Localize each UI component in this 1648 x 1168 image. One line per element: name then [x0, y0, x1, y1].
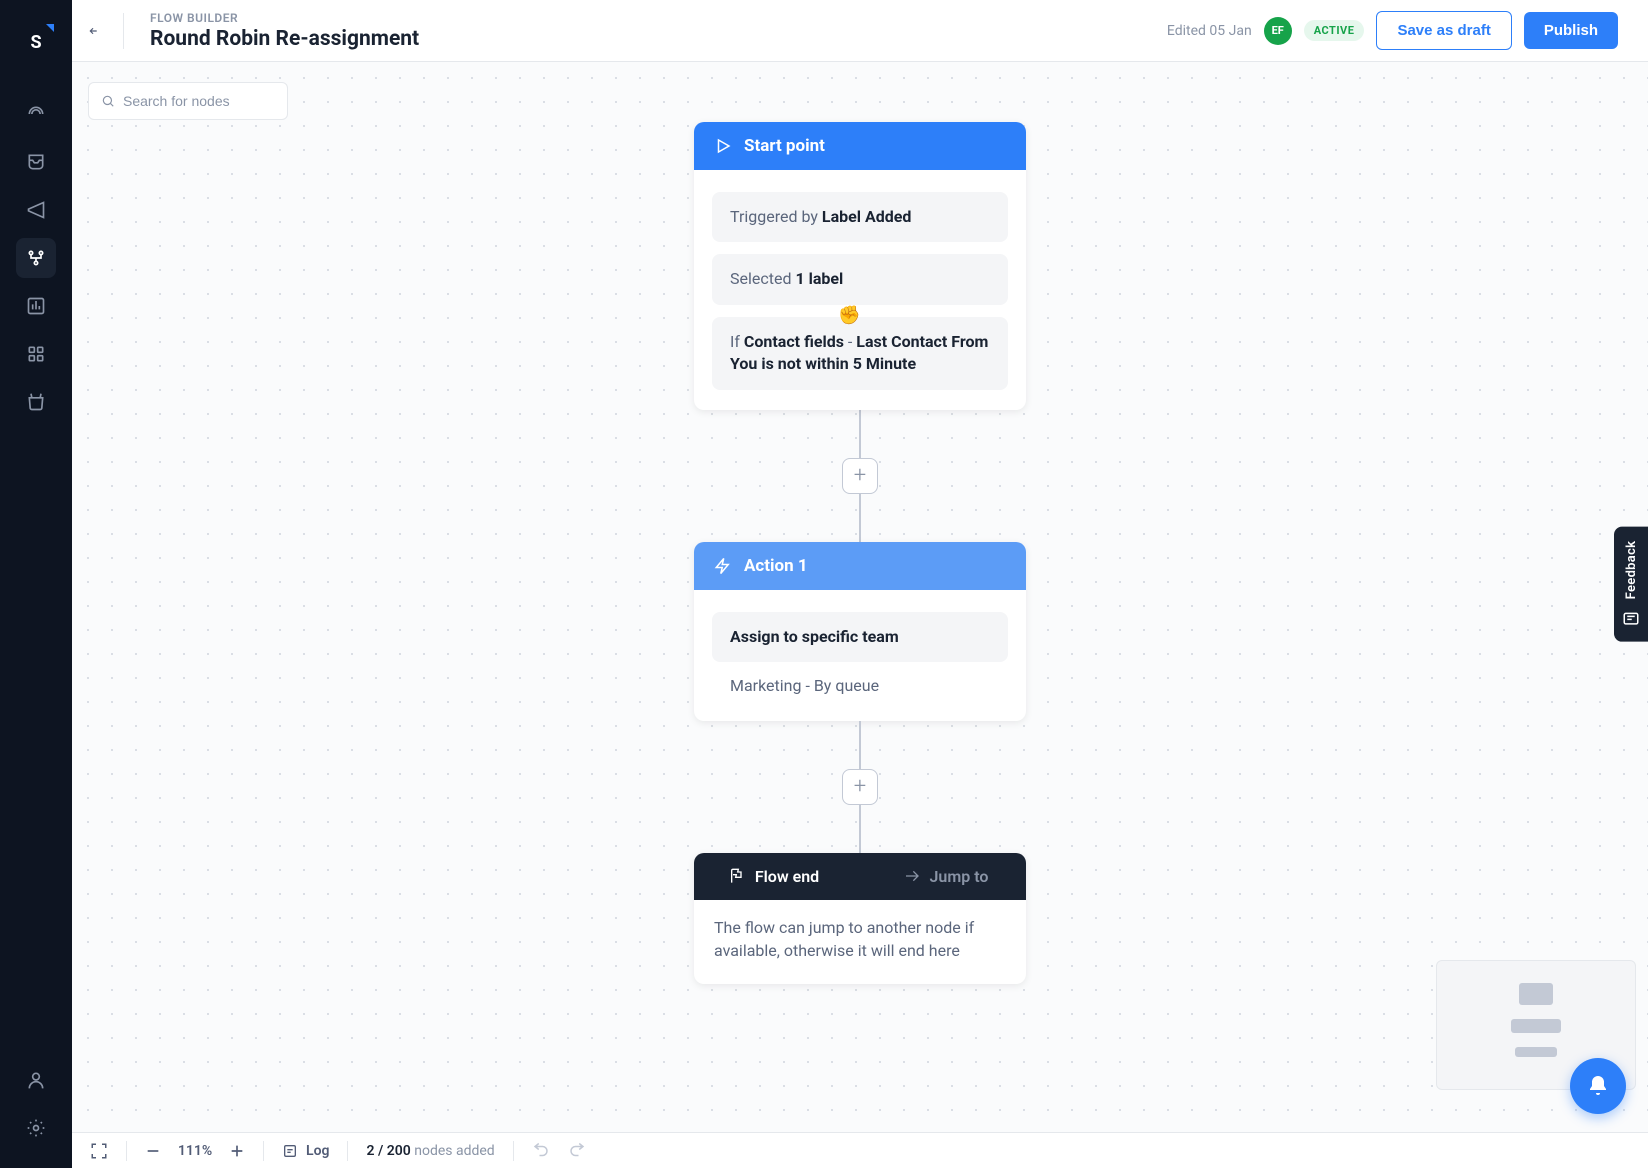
search-nodes[interactable] [88, 82, 288, 120]
flag-icon [729, 868, 745, 884]
selected-box: Selected 1 label [712, 254, 1008, 304]
inbox-icon[interactable] [16, 142, 56, 182]
add-node-button-1[interactable]: + [842, 458, 878, 494]
commerce-icon[interactable] [16, 382, 56, 422]
start-node-title: Start point [744, 136, 825, 156]
trigger-box: Triggered by Label Added [712, 192, 1008, 242]
notification-button[interactable] [1570, 1058, 1626, 1114]
publish-button[interactable]: Publish [1524, 12, 1618, 49]
zoom-percent: 111% [175, 1143, 215, 1159]
fit-view-button[interactable] [90, 1142, 108, 1160]
zoom-out-button[interactable] [145, 1143, 161, 1159]
undo-button[interactable] [532, 1142, 550, 1160]
header-title: Round Robin Re-assignment [150, 27, 419, 51]
connector [859, 805, 861, 853]
connector [859, 721, 861, 769]
header-subtitle: FLOW BUILDER [150, 11, 419, 25]
redo-button[interactable] [568, 1142, 586, 1160]
left-sidebar: S [0, 0, 72, 1168]
editor-avatar[interactable]: EF [1264, 17, 1292, 45]
grab-cursor-icon: ✊ [838, 303, 860, 328]
feedback-icon [1622, 609, 1640, 627]
campaign-icon[interactable] [16, 190, 56, 230]
header-titles: FLOW BUILDER Round Robin Re-assignment [150, 11, 419, 51]
top-header: FLOW BUILDER Round Robin Re-assignment E… [72, 0, 1648, 62]
action-detail: Marketing - By queue [712, 662, 1008, 701]
end-node[interactable]: Flow end Jump to The flow can jump to an… [694, 853, 1026, 984]
app-logo[interactable]: S [14, 20, 58, 64]
user-icon[interactable] [16, 1060, 56, 1100]
feedback-label: Feedback [1624, 541, 1639, 600]
condition-box: ✊ If Contact fields - Last Contact From … [712, 317, 1008, 390]
connector [859, 494, 861, 542]
connector [859, 410, 861, 458]
back-button[interactable] [88, 13, 124, 49]
edited-timestamp: Edited 05 Jan [1167, 23, 1252, 39]
minimap-block [1511, 1019, 1561, 1033]
bottom-toolbar: 111% Log 2 / 200 nodes added [72, 1132, 1648, 1168]
start-node[interactable]: Start point Triggered by Label Added Sel… [694, 122, 1026, 410]
play-icon [714, 137, 732, 155]
save-draft-button[interactable]: Save as draft [1376, 11, 1511, 50]
flow-icon[interactable] [16, 238, 56, 278]
flow-end-tab[interactable]: Flow end [694, 853, 854, 900]
search-input[interactable] [123, 93, 275, 109]
jump-icon [904, 868, 920, 884]
start-node-header: Start point [694, 122, 1026, 170]
action-label-box: Assign to specific team [712, 612, 1008, 662]
minimap-block [1515, 1047, 1557, 1057]
action-node-title: Action 1 [744, 556, 808, 576]
integrations-icon[interactable] [16, 334, 56, 374]
zoom-in-button[interactable] [229, 1143, 245, 1159]
bell-icon [1586, 1074, 1610, 1098]
flow-canvas[interactable]: Start point Triggered by Label Added Sel… [72, 62, 1648, 1132]
search-icon [101, 93, 115, 109]
reports-icon[interactable] [16, 286, 56, 326]
jump-to-tab[interactable]: Jump to [866, 853, 1026, 900]
settings-icon[interactable] [16, 1108, 56, 1148]
minimap-block [1519, 983, 1553, 1005]
add-node-button-2[interactable]: + [842, 769, 878, 805]
end-node-body: The flow can jump to another node if ava… [694, 900, 1026, 984]
broadcast-icon[interactable] [16, 94, 56, 134]
bolt-icon [714, 557, 732, 575]
log-button[interactable]: Log [282, 1143, 329, 1159]
feedback-tab[interactable]: Feedback [1614, 527, 1648, 642]
action-node[interactable]: Action 1 Assign to specific team Marketi… [694, 542, 1026, 721]
status-badge: ACTIVE [1304, 20, 1365, 41]
nodes-count: 2 / 200 nodes added [366, 1143, 494, 1159]
action-node-header: Action 1 [694, 542, 1026, 590]
